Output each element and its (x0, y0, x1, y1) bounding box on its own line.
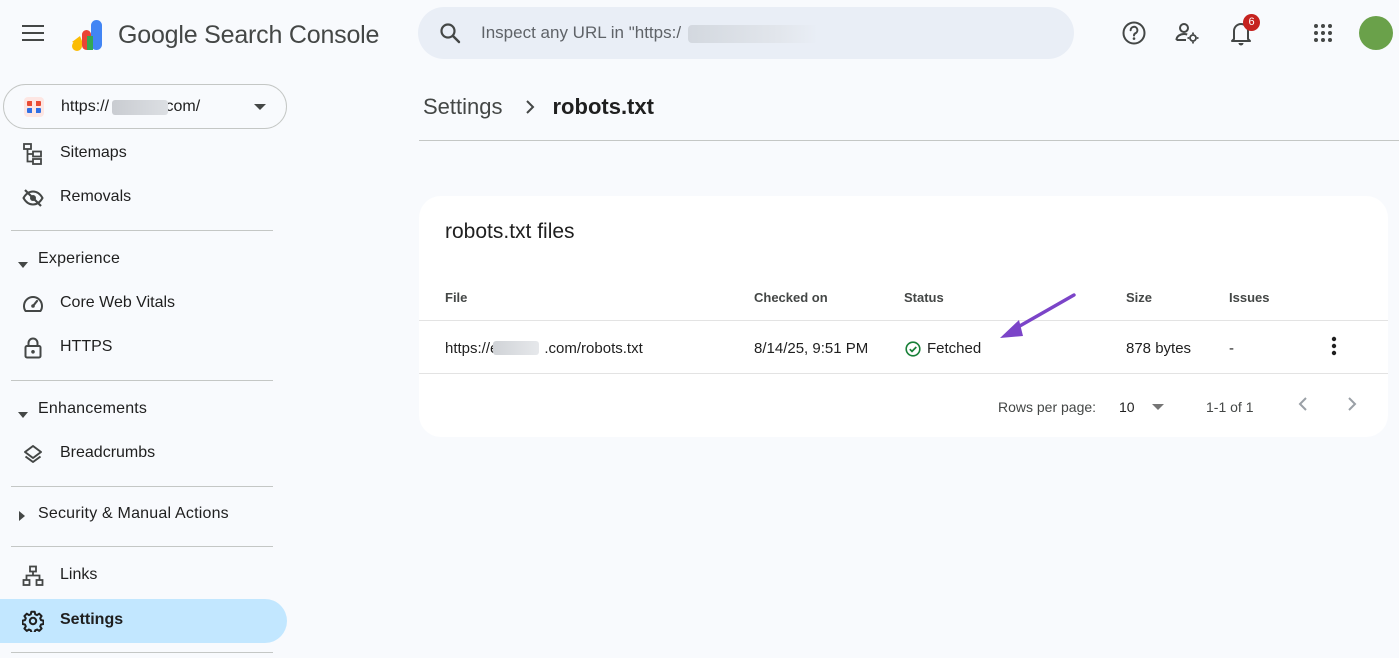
search-console-logo[interactable] (68, 18, 108, 52)
breadcrumb-settings-link[interactable]: Settings (423, 94, 503, 120)
expand-arrow-icon (18, 405, 28, 423)
dropdown-caret-icon (1152, 404, 1164, 410)
collapse-arrow-icon (19, 508, 25, 526)
previous-page-button[interactable] (1289, 392, 1317, 420)
user-settings-button[interactable] (1168, 16, 1206, 54)
redacted-region (688, 25, 818, 43)
sidebar-item-https[interactable]: HTTPS (0, 326, 287, 370)
url-inspection-search[interactable] (418, 7, 1074, 59)
speed-gauge-icon (22, 293, 44, 315)
sidebar-item-label: Removals (60, 188, 132, 205)
sidebar-section-experience[interactable]: Experience (0, 239, 287, 279)
sidebar-item-label: Links (60, 566, 98, 583)
sidebar-item-links[interactable]: Links (0, 554, 287, 598)
top-app-bar: Google Search Console 6 (0, 0, 1399, 70)
sidebar-section-enhancements[interactable]: Enhancements (0, 389, 287, 429)
chevron-left-icon (1298, 396, 1308, 417)
issues-value: - (1229, 340, 1234, 357)
column-header-status: Status (904, 290, 944, 305)
breadcrumb: Settings robots.txt (423, 92, 654, 122)
eye-off-icon (22, 187, 44, 209)
google-apps-button[interactable] (1304, 16, 1342, 54)
sidebar-divider (11, 486, 273, 487)
size-value: 878 bytes (1126, 340, 1192, 357)
robots-file-url[interactable]: https://e .com/robots.txt (445, 340, 643, 357)
robots-txt-files-card: robots.txt files File Checked on Status … (419, 196, 1388, 437)
next-page-button[interactable] (1338, 392, 1366, 420)
sidebar-item-breadcrumbs[interactable]: Breadcrumbs (0, 432, 287, 476)
redacted-region (112, 100, 168, 115)
sidebar-item-label: HTTPS (60, 338, 113, 355)
property-favicon (24, 97, 44, 117)
column-header-file: File (445, 290, 468, 305)
manage-users-icon (1174, 20, 1200, 51)
gear-icon (22, 610, 44, 632)
column-header-checked-on: Checked on (754, 290, 828, 305)
card-title: robots.txt files (445, 220, 575, 243)
main-menu-button[interactable] (14, 16, 52, 54)
sidebar-item-removals[interactable]: Removals (0, 176, 287, 220)
sidebar-divider (11, 380, 273, 381)
links-icon (22, 565, 44, 587)
account-avatar[interactable] (1359, 16, 1393, 50)
dropdown-caret-icon (254, 104, 266, 110)
column-header-size: Size (1126, 290, 1153, 305)
check-circle-icon (905, 341, 921, 357)
annotation-arrow (1000, 293, 1076, 338)
app-title: Google Search Console (118, 21, 380, 49)
status-value: Fetched (927, 340, 982, 357)
search-icon (438, 21, 462, 45)
layers-icon (22, 443, 44, 465)
notifications-button[interactable]: 6 (1222, 14, 1260, 54)
rows-per-page-label: Rows per page: (998, 399, 1097, 415)
sidebar-item-core-web-vitals[interactable]: Core Web Vitals (0, 282, 287, 326)
rows-per-page-select[interactable]: 10 (1119, 392, 1175, 420)
chevron-right-icon (521, 98, 539, 116)
sidebar-item-label: Breadcrumbs (60, 444, 156, 461)
sidebar-section-label: Security & Manual Actions (38, 505, 229, 522)
pagination-range: 1-1 of 1 (1206, 399, 1254, 415)
hamburger-menu-icon (22, 24, 44, 46)
page-title: robots.txt (552, 94, 654, 119)
sidebar-divider (11, 652, 273, 653)
sidebar-item-label: Core Web Vitals (60, 294, 176, 311)
row-more-options-button[interactable] (1322, 335, 1346, 361)
expand-arrow-icon (18, 255, 28, 273)
sitemap-icon (22, 143, 44, 165)
sidebar-item-label: Settings (60, 611, 124, 628)
sidebar-item-settings[interactable]: Settings (0, 599, 287, 643)
sidebar-section-label: Enhancements (38, 400, 148, 417)
rows-per-page-value: 10 (1119, 399, 1135, 415)
column-header-issues: Issues (1229, 290, 1270, 305)
help-icon (1121, 20, 1147, 51)
sidebar-section-label: Experience (38, 250, 121, 267)
more-vert-icon (1331, 336, 1337, 361)
sidebar-item-label: Sitemaps (60, 144, 127, 161)
property-selector[interactable]: https://.com/ (3, 84, 287, 129)
sidebar-item-sitemaps[interactable]: Sitemaps (0, 132, 287, 176)
sidebar-section-security-manual-actions[interactable]: Security & Manual Actions (0, 494, 287, 534)
table-row[interactable]: https://e .com/robots.txt 8/14/25, 9:51 P… (419, 320, 1388, 374)
checked-on-value: 8/14/25, 9:51 PM (754, 340, 869, 357)
sidebar-divider (11, 546, 273, 547)
apps-grid-icon (1313, 23, 1333, 48)
chevron-right-icon (1347, 396, 1357, 417)
lock-icon (22, 337, 44, 359)
redacted-region (493, 341, 539, 355)
notification-badge: 6 (1243, 14, 1260, 31)
sidebar-divider (11, 230, 273, 231)
help-button[interactable] (1115, 16, 1153, 54)
header-divider (419, 140, 1399, 141)
